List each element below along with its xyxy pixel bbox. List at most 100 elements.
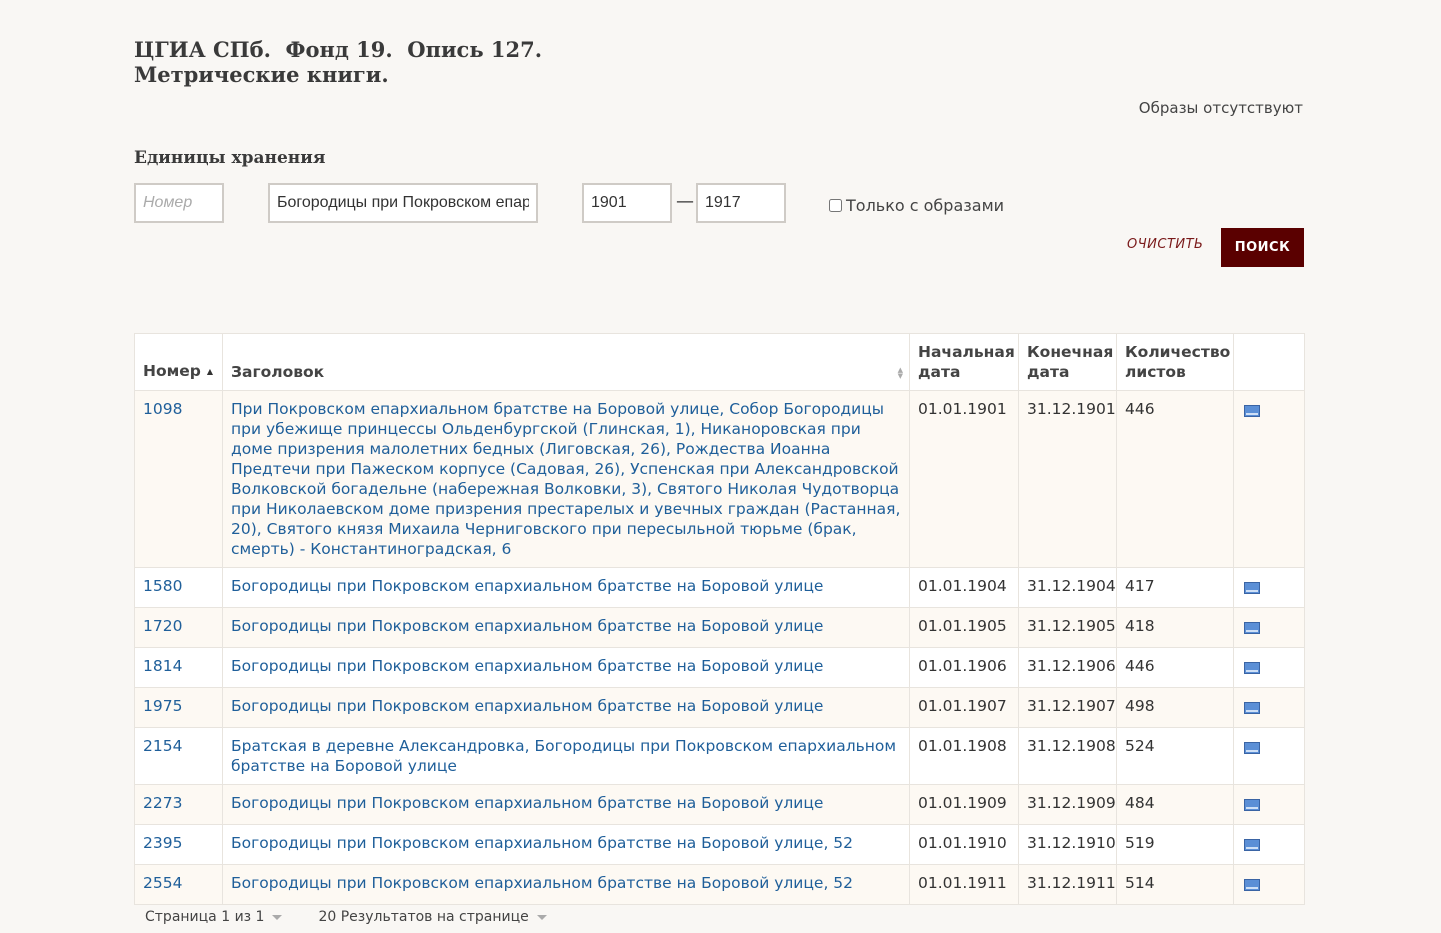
cell-images xyxy=(1233,824,1305,865)
column-header-end-date: Конечная дата xyxy=(1018,333,1117,391)
cell-number: 1975 xyxy=(134,687,223,728)
cell-title: Богородицы при Покровском епархиальном б… xyxy=(222,567,910,608)
sort-toggle-icon: ▲ ▼ xyxy=(897,366,903,380)
image-icon[interactable] xyxy=(1244,662,1260,674)
row-number-link[interactable]: 1975 xyxy=(143,697,182,715)
cell-images xyxy=(1233,727,1305,785)
table-row: 1098 При Покровском епархиальном братстве… xyxy=(134,390,1305,568)
row-title-link[interactable]: Богородицы при Покровском епархиальном б… xyxy=(231,617,823,635)
pager: Страница 1 из 1 20 Результатов на страни… xyxy=(145,909,583,925)
column-header-start-date: Начальная дата xyxy=(909,333,1019,391)
cell-title: Богородицы при Покровском епархиальном б… xyxy=(222,647,910,688)
cell-images xyxy=(1233,607,1305,648)
number-input[interactable] xyxy=(134,183,224,223)
row-number-link[interactable]: 2154 xyxy=(143,737,182,755)
cell-number: 2554 xyxy=(134,864,223,905)
image-icon[interactable] xyxy=(1244,405,1260,417)
cell-title: Богородицы при Покровском епархиальном б… xyxy=(222,687,910,728)
cell-end-date: 31.12.1905 xyxy=(1018,607,1117,648)
row-number-link[interactable]: 1814 xyxy=(143,657,182,675)
sort-ascending-icon: ▲ xyxy=(206,367,214,376)
clear-button[interactable]: ОЧИСТИТЬ xyxy=(1127,237,1203,252)
cell-sheets: 446 xyxy=(1116,390,1234,568)
column-header-end-date-line1: Конечная xyxy=(1027,343,1114,361)
cell-sheets: 484 xyxy=(1116,784,1234,825)
column-header-images xyxy=(1233,333,1305,391)
cell-end-date: 31.12.1909 xyxy=(1018,784,1117,825)
cell-start-date: 01.01.1905 xyxy=(909,607,1019,648)
column-header-number[interactable]: Номер ▲ xyxy=(134,333,223,391)
row-title-link[interactable]: Богородицы при Покровском епархиальном б… xyxy=(231,697,823,715)
column-header-title[interactable]: Заголовок ▲ ▼ xyxy=(222,333,910,391)
search-button[interactable]: ПОИСК xyxy=(1221,228,1304,267)
image-icon[interactable] xyxy=(1244,742,1260,754)
cell-images xyxy=(1233,864,1305,905)
cell-number: 1580 xyxy=(134,567,223,608)
row-title-link[interactable]: Богородицы при Покровском епархиальном б… xyxy=(231,657,823,675)
cell-number: 2395 xyxy=(134,824,223,865)
page-title-line1: ЦГИА СПб. Фонд 19. Опись 127. xyxy=(134,37,543,62)
table-row: 2554 Богородицы при Покровском епархиальн… xyxy=(134,864,1305,905)
page-selector[interactable]: Страница 1 из 1 xyxy=(145,909,283,925)
page-title: ЦГИА СПб. Фонд 19. Опись 127. Метрически… xyxy=(134,37,542,87)
row-number-link[interactable]: 2273 xyxy=(143,794,182,812)
cell-end-date: 31.12.1906 xyxy=(1018,647,1117,688)
cell-title: Богородицы при Покровском епархиальном б… xyxy=(222,784,910,825)
table-row: 2273 Богородицы при Покровском епархиальн… xyxy=(134,784,1305,825)
table-row: 1720 Богородицы при Покровском епархиальн… xyxy=(134,607,1305,648)
row-number-link[interactable]: 2554 xyxy=(143,874,182,892)
chevron-down-icon xyxy=(536,914,547,920)
column-header-end-date-line2: дата xyxy=(1027,363,1070,381)
section-title: Единицы хранения xyxy=(134,148,326,168)
year-to-input[interactable] xyxy=(696,183,786,223)
row-title-link[interactable]: Братская в деревне Александровка, Богоро… xyxy=(231,737,896,775)
only-images-option[interactable]: Только с образами xyxy=(829,196,1004,215)
row-title-link[interactable]: Богородицы при Покровском епархиальном б… xyxy=(231,834,853,852)
row-number-link[interactable]: 1098 xyxy=(143,400,182,418)
column-header-sheets-line1: Количество xyxy=(1125,343,1231,361)
row-number-link[interactable]: 2395 xyxy=(143,834,182,852)
image-icon[interactable] xyxy=(1244,839,1260,851)
year-from-input[interactable] xyxy=(582,183,672,223)
row-number-link[interactable]: 1580 xyxy=(143,577,182,595)
column-header-start-date-line2: дата xyxy=(918,363,961,381)
row-number-link[interactable]: 1720 xyxy=(143,617,182,635)
image-icon[interactable] xyxy=(1244,799,1260,811)
column-header-sheets: Количество листов xyxy=(1116,333,1234,391)
per-page-selector[interactable]: 20 Результатов на странице xyxy=(318,909,547,925)
title-input[interactable] xyxy=(268,183,538,223)
cell-start-date: 01.01.1911 xyxy=(909,864,1019,905)
image-icon[interactable] xyxy=(1244,622,1260,634)
cell-images xyxy=(1233,647,1305,688)
year-range-dash: — xyxy=(676,191,694,212)
cell-start-date: 01.01.1907 xyxy=(909,687,1019,728)
image-icon[interactable] xyxy=(1244,582,1260,594)
only-images-label: Только с образами xyxy=(846,196,1005,215)
cell-start-date: 01.01.1908 xyxy=(909,727,1019,785)
table-row: 2154 Братская в деревне Александровка, Бо… xyxy=(134,727,1305,785)
cell-title: Богородицы при Покровском епархиальном б… xyxy=(222,824,910,865)
results-table: Номер ▲ Заголовок ▲ ▼ Начальная дата Конеч… xyxy=(134,333,1305,905)
row-title-link[interactable]: Богородицы при Покровском епархиальном б… xyxy=(231,874,853,892)
only-images-checkbox[interactable] xyxy=(829,199,842,212)
image-icon[interactable] xyxy=(1244,879,1260,891)
cell-sheets: 446 xyxy=(1116,647,1234,688)
row-title-link[interactable]: При Покровском епархиальном братстве на … xyxy=(231,400,900,558)
cell-sheets: 514 xyxy=(1116,864,1234,905)
column-header-number-label: Номер xyxy=(143,362,201,380)
image-icon[interactable] xyxy=(1244,702,1260,714)
cell-title: Братская в деревне Александровка, Богоро… xyxy=(222,727,910,785)
cell-number: 2273 xyxy=(134,784,223,825)
page-title-line2: Метрические книги. xyxy=(134,62,389,87)
column-header-sheets-line2: листов xyxy=(1125,363,1186,381)
cell-end-date: 31.12.1901 xyxy=(1018,390,1117,568)
row-title-link[interactable]: Богородицы при Покровском епархиальном б… xyxy=(231,794,823,812)
column-header-start-date-line1: Начальная xyxy=(918,343,1015,361)
cell-images xyxy=(1233,687,1305,728)
cell-end-date: 31.12.1907 xyxy=(1018,687,1117,728)
table-row: 1580 Богородицы при Покровском епархиальн… xyxy=(134,567,1305,608)
table-row: 1975 Богородицы при Покровском епархиальн… xyxy=(134,687,1305,728)
cell-images xyxy=(1233,567,1305,608)
row-title-link[interactable]: Богородицы при Покровском епархиальном б… xyxy=(231,577,823,595)
images-status-note: Образы отсутствуют xyxy=(1138,99,1303,117)
